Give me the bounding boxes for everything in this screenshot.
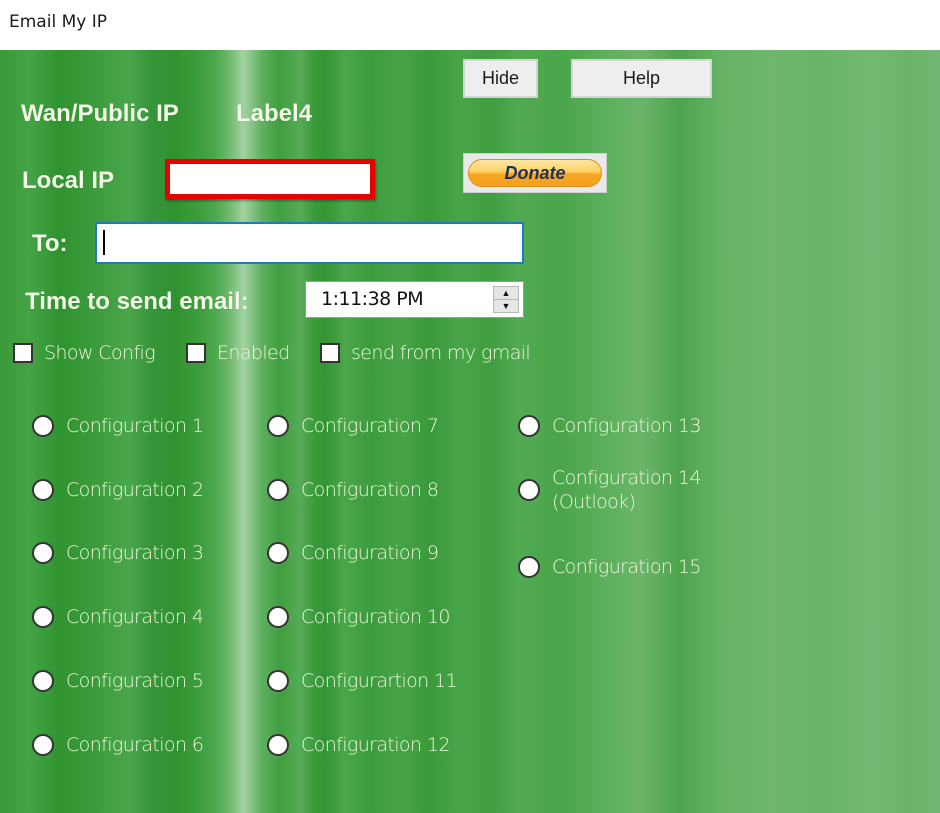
radio-label: Configuration 3: [66, 542, 204, 564]
radio-label: Configuration 5: [66, 670, 204, 692]
help-button[interactable]: Help: [571, 59, 712, 98]
enabled-checkbox[interactable]: Enabled: [186, 342, 290, 364]
checkbox-box[interactable]: [13, 343, 33, 363]
radio-button[interactable]: [518, 415, 540, 437]
title-bar: Email My IP: [0, 0, 940, 50]
window-title: Email My IP: [9, 12, 107, 32]
radio-configuration-5[interactable]: Configuration 5: [32, 670, 204, 692]
radio-button[interactable]: [32, 415, 54, 437]
time-spinner[interactable]: ▲ ▼: [493, 286, 519, 313]
radio-button[interactable]: [267, 542, 289, 564]
radio-configuration-15[interactable]: Configuration 15: [518, 556, 701, 578]
radio-label: Configuration 10: [301, 606, 450, 628]
local-ip-label: Local IP: [22, 167, 115, 194]
radio-button[interactable]: [518, 479, 540, 501]
checkbox-box[interactable]: [320, 343, 340, 363]
wan-ip-label: Wan/Public IP: [21, 100, 179, 127]
checkbox-label: Enabled: [217, 342, 290, 364]
radio-configuration-6[interactable]: Configuration 6: [32, 734, 204, 756]
radio-configuration-9[interactable]: Configuration 9: [267, 542, 439, 564]
radio-configuration-8[interactable]: Configuration 8: [267, 479, 439, 501]
checkbox-box[interactable]: [186, 343, 206, 363]
radio-button[interactable]: [267, 479, 289, 501]
radio-button[interactable]: [32, 670, 54, 692]
radio-button[interactable]: [518, 556, 540, 578]
local-ip-field[interactable]: [165, 159, 375, 199]
radio-button[interactable]: [32, 542, 54, 564]
to-label: To:: [32, 230, 68, 257]
time-value: 1:11:38 PM: [321, 288, 424, 310]
wan-ip-value: Label4: [236, 100, 313, 127]
radio-button[interactable]: [32, 734, 54, 756]
radio-label: Configuration 9: [301, 542, 439, 564]
radio-label: Configuration 15: [552, 556, 701, 578]
radio-configuration-13[interactable]: Configuration 13: [518, 415, 701, 437]
radio-configuration-1[interactable]: Configuration 1: [32, 415, 204, 437]
radio-label: Configuration 8: [301, 479, 439, 501]
radio-configuration-12[interactable]: Configuration 12: [267, 734, 450, 756]
radio-label: Configuration 12: [301, 734, 450, 756]
donate-button[interactable]: Donate: [463, 153, 607, 193]
radio-label-line2: (Outlook): [552, 491, 636, 513]
radio-label: Configurartion 11: [301, 670, 458, 692]
hide-button[interactable]: Hide: [463, 59, 538, 98]
radio-configuration-14[interactable]: Configuration 14 (Outlook): [518, 466, 701, 514]
radio-label: Configuration 4: [66, 606, 204, 628]
checkbox-label: send from my gmail: [351, 342, 531, 364]
text-caret: [103, 230, 105, 255]
spin-down-icon[interactable]: ▼: [494, 300, 518, 312]
checkbox-label: Show Config: [44, 342, 156, 364]
donate-label: Donate: [468, 159, 602, 187]
radio-configuration-3[interactable]: Configuration 3: [32, 542, 204, 564]
radio-button[interactable]: [267, 415, 289, 437]
time-to-send-label: Time to send email:: [25, 288, 249, 315]
radio-label: Configuration 14: [552, 467, 701, 489]
radio-label: Configuration 6: [66, 734, 204, 756]
radio-configuration-7[interactable]: Configuration 7: [267, 415, 439, 437]
spin-up-icon[interactable]: ▲: [494, 287, 518, 300]
send-from-gmail-checkbox[interactable]: send from my gmail: [320, 342, 531, 364]
radio-configuration-2[interactable]: Configuration 2: [32, 479, 204, 501]
radio-button[interactable]: [32, 479, 54, 501]
radio-label: Configuration 1: [66, 415, 204, 437]
radio-button[interactable]: [267, 670, 289, 692]
to-email-input[interactable]: [95, 222, 524, 264]
radio-configuration-10[interactable]: Configuration 10: [267, 606, 450, 628]
radio-label: Configuration 2: [66, 479, 204, 501]
radio-button[interactable]: [267, 606, 289, 628]
radio-configuration-11[interactable]: Configurartion 11: [267, 670, 458, 692]
radio-button[interactable]: [32, 606, 54, 628]
radio-configuration-4[interactable]: Configuration 4: [32, 606, 204, 628]
radio-label: Configuration 7: [301, 415, 439, 437]
time-picker[interactable]: 1:11:38 PM ▲ ▼: [305, 281, 524, 318]
show-config-checkbox[interactable]: Show Config: [13, 342, 156, 364]
radio-label: Configuration 13: [552, 415, 701, 437]
radio-button[interactable]: [267, 734, 289, 756]
